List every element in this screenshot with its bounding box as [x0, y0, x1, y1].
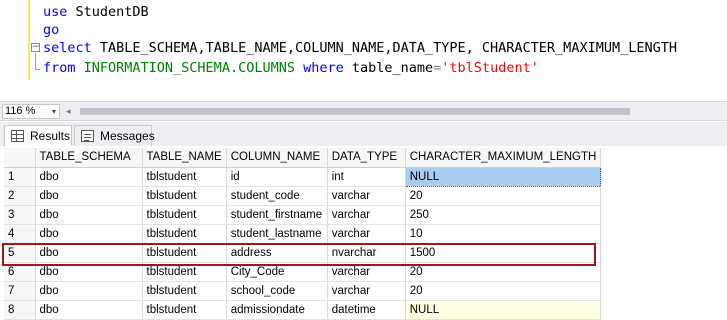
cell-column-name[interactable]: address — [226, 243, 328, 263]
tab-messages[interactable]: Messages — [74, 125, 155, 146]
cell-table-schema[interactable]: dbo — [35, 262, 143, 282]
results-tabs: Results Messages — [0, 122, 727, 146]
cell-table-name[interactable]: tblstudent — [142, 224, 227, 244]
tab-label: Results — [30, 129, 71, 143]
code-line-3[interactable]: select TABLE_SCHEMA,TABLE_NAME,COLUMN_NA… — [43, 38, 677, 58]
keyword: where — [294, 60, 344, 76]
cell-table-name[interactable]: tblstudent — [142, 243, 227, 263]
cell-character-maximum-length[interactable]: NULL — [404, 166, 602, 187]
tab-label: Messages — [100, 129, 155, 143]
cell-table-name[interactable]: tblstudent — [142, 281, 227, 301]
string-literal: 'tblStudent' — [441, 60, 539, 76]
column-header-character-maximum-length[interactable]: CHARACTER_MAXIMUM_LENGTH — [405, 148, 602, 168]
code-line-2[interactable]: go — [43, 20, 59, 40]
cell-table-schema[interactable]: dbo — [35, 167, 143, 187]
cell-table-schema[interactable]: dbo — [35, 205, 143, 225]
cell-data-type[interactable]: varchar — [327, 281, 406, 301]
row-number[interactable]: 1 — [4, 167, 36, 187]
column-header-data-type[interactable]: DATA_TYPE — [327, 148, 406, 168]
code-line-4[interactable]: from INFORMATION_SCHEMA.COLUMNS where ta… — [43, 58, 539, 78]
cell-data-type[interactable]: datetime — [327, 300, 406, 320]
cell-table-name[interactable]: tblstudent — [142, 300, 227, 320]
cell-column-name[interactable]: admissiondate — [226, 300, 328, 320]
cell-data-type[interactable]: nvarchar — [327, 243, 406, 263]
cell-table-name[interactable]: tblstudent — [142, 205, 227, 225]
cell-table-schema[interactable]: dbo — [35, 224, 143, 244]
column-header-table-name[interactable]: TABLE_NAME — [142, 148, 227, 168]
cell-table-schema[interactable]: dbo — [35, 300, 143, 320]
table-row[interactable]: 7 dbo tblstudent school_code varchar 20 — [4, 281, 602, 301]
column-header-column-name[interactable]: COLUMN_NAME — [226, 148, 328, 168]
scroll-left-icon[interactable]: ◂ — [66, 106, 71, 117]
cell-data-type[interactable]: varchar — [327, 224, 406, 244]
row-number-header[interactable] — [4, 148, 36, 168]
results-grid-area: TABLE_SCHEMA TABLE_NAME COLUMN_NAME DATA… — [0, 146, 727, 320]
cell-column-name[interactable]: City_Code — [226, 262, 328, 282]
keyword: go — [43, 22, 60, 38]
zoom-value: 116 % — [5, 105, 36, 117]
code-line-1[interactable]: use StudentDB — [43, 2, 149, 22]
code-text: StudentDB — [67, 4, 149, 20]
column-header-table-schema[interactable]: TABLE_SCHEMA — [35, 148, 143, 168]
code-text: TABLE_SCHEMA,TABLE_NAME,COLUMN_NAME,DATA… — [91, 40, 677, 56]
cell-character-maximum-length[interactable]: 1500 — [405, 243, 602, 263]
cell-data-type[interactable]: varchar — [327, 186, 406, 206]
cell-character-maximum-length[interactable]: NULL — [405, 300, 602, 320]
cell-character-maximum-length[interactable]: 20 — [405, 186, 602, 206]
cell-column-name[interactable]: student_code — [226, 186, 328, 206]
cell-table-name[interactable]: tblstudent — [142, 186, 227, 206]
row-number[interactable]: 6 — [4, 262, 36, 282]
table-row[interactable]: 5 dbo tblstudent address nvarchar 1500 — [4, 243, 602, 263]
tab-results[interactable]: Results — [4, 125, 72, 146]
horizontal-scrollbar-thumb[interactable] — [80, 108, 630, 115]
cell-column-name[interactable]: student_lastname — [226, 224, 328, 244]
collapse-toggle-icon[interactable]: − — [31, 43, 40, 52]
table-row[interactable]: 3 dbo tblstudent student_firstname varchar 25… — [4, 205, 602, 225]
results-grid[interactable]: TABLE_SCHEMA TABLE_NAME COLUMN_NAME DATA… — [4, 148, 602, 320]
row-number[interactable]: 5 — [4, 243, 36, 263]
cell-table-schema[interactable]: dbo — [35, 281, 143, 301]
table-row[interactable]: 8 dbo tblstudent admissiondate datetime NULL — [4, 300, 602, 320]
row-number[interactable]: 2 — [4, 186, 36, 206]
fold-guide-end — [35, 69, 40, 70]
row-number[interactable]: 7 — [4, 281, 36, 301]
cell-table-name[interactable]: tblstudent — [142, 262, 227, 282]
editor-status-strip: 116 % ▾ ◂ — [0, 101, 727, 121]
messages-icon — [81, 130, 94, 142]
grid-header-row: TABLE_SCHEMA TABLE_NAME COLUMN_NAME DATA… — [4, 148, 602, 168]
query-editor[interactable]: − use StudentDB go select TABLE_SCHEMA,T… — [0, 0, 727, 100]
cell-table-schema[interactable]: dbo — [35, 186, 143, 206]
row-number[interactable]: 8 — [4, 300, 36, 320]
cell-character-maximum-length[interactable]: 20 — [405, 262, 602, 282]
cell-character-maximum-length[interactable]: 10 — [405, 224, 602, 244]
cell-table-schema[interactable]: dbo — [35, 243, 143, 263]
table-row[interactable]: 1 dbo tblstudent id int NULL — [4, 166, 602, 187]
cell-column-name[interactable]: school_code — [226, 281, 328, 301]
keyword: use — [43, 4, 68, 20]
keyword: select — [43, 40, 92, 56]
cell-character-maximum-length[interactable]: 250 — [405, 205, 602, 225]
code-text: table_name — [343, 60, 434, 76]
table-row[interactable]: 6 dbo tblstudent City_Code varchar 20 — [4, 262, 602, 282]
cell-table-name[interactable]: tblstudent — [142, 167, 227, 187]
chevron-down-icon[interactable]: ▾ — [52, 105, 56, 118]
zoom-dropdown[interactable]: 116 % ▾ — [2, 104, 60, 119]
table-row[interactable]: 4 dbo tblstudent student_lastname varchar 10 — [4, 224, 602, 244]
change-indicator-bar — [28, 0, 30, 80]
row-number[interactable]: 4 — [4, 224, 36, 244]
fold-guide — [35, 53, 36, 70]
cell-data-type[interactable]: int — [327, 167, 406, 187]
keyword: from — [43, 60, 76, 76]
row-number[interactable]: 3 — [4, 205, 36, 225]
system-object: INFORMATION_SCHEMA.COLUMNS — [75, 60, 295, 76]
cell-character-maximum-length[interactable]: 20 — [405, 281, 602, 301]
grid-icon — [11, 130, 24, 142]
cell-column-name[interactable]: id — [226, 167, 328, 187]
cell-data-type[interactable]: varchar — [327, 205, 406, 225]
table-row[interactable]: 2 dbo tblstudent student_code varchar 20 — [4, 186, 602, 206]
cell-data-type[interactable]: varchar — [327, 262, 406, 282]
cell-column-name[interactable]: student_firstname — [226, 205, 328, 225]
